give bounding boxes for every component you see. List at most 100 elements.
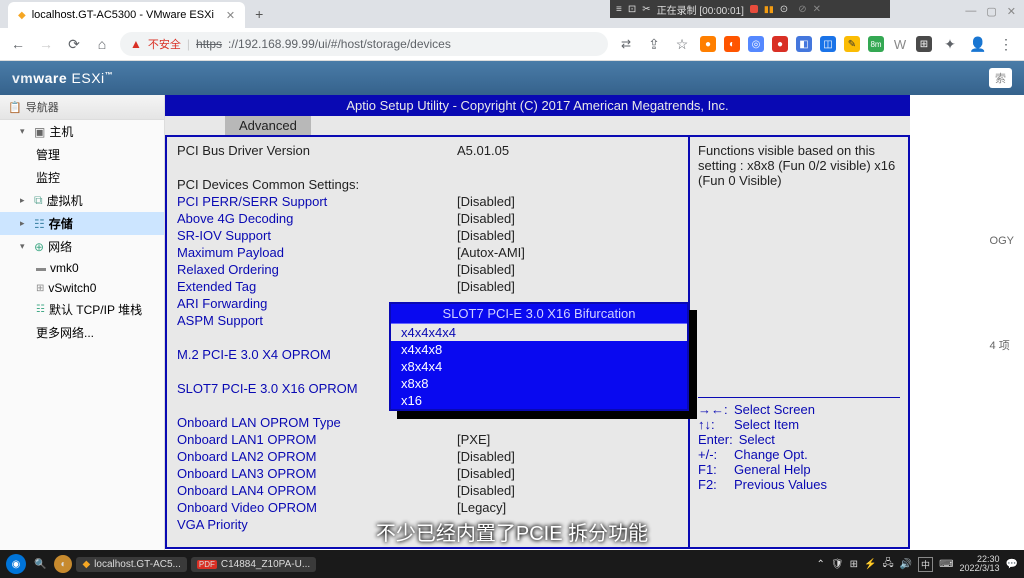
clock[interactable]: 22:30 2022/3/13: [960, 555, 1000, 573]
tree-host-label: 主机: [49, 123, 73, 140]
bios-opt-lan4[interactable]: Onboard LAN4 OPROM: [177, 483, 457, 500]
win-close-icon[interactable]: ✕: [1007, 5, 1016, 18]
tree-vswitch0[interactable]: ⊞ vSwitch0: [0, 278, 164, 298]
ext-icon-8[interactable]: 8m: [868, 36, 884, 52]
forward-button[interactable]: →: [36, 36, 56, 52]
tree-vms[interactable]: ▸ ⧉ 虚拟机: [0, 189, 164, 212]
notifications-icon[interactable]: 💬: [1006, 559, 1018, 570]
start-button[interactable]: ◉: [6, 554, 26, 574]
tree-network[interactable]: ▾ ⊕ 网络: [0, 235, 164, 258]
task-app-pdf[interactable]: PDF C14884_Z10PA-U...: [191, 557, 316, 572]
ext-icon-2[interactable]: ◐: [724, 36, 740, 52]
bios-val: [Legacy]: [457, 500, 506, 517]
bios-opt-sriov[interactable]: SR-IOV Support: [177, 228, 457, 245]
tray-power-icon[interactable]: ⚡: [864, 559, 876, 570]
collapse-icon[interactable]: ▾: [20, 241, 30, 252]
new-tab-button[interactable]: +: [245, 6, 273, 22]
tree-more-networks[interactable]: 更多网络...: [0, 321, 164, 344]
star-icon[interactable]: ☆: [672, 36, 692, 53]
browser-tab[interactable]: ◆ localhost.GT-AC5300 - VMware ESXi ✕: [8, 2, 245, 28]
bios-tab-advanced[interactable]: Advanced: [225, 116, 311, 135]
tray-ime-icon[interactable]: 中: [918, 557, 933, 572]
bios-opt-lan1[interactable]: Onboard LAN1 OPROM: [177, 432, 457, 449]
home-button[interactable]: ⌂: [92, 36, 112, 52]
tree-manage[interactable]: 管理: [0, 143, 164, 166]
ext-icon-6[interactable]: ◫: [820, 36, 836, 52]
user-icon[interactable]: 👤: [968, 36, 988, 53]
legend-key: ↑↓:: [698, 417, 728, 432]
tab-close-icon[interactable]: ✕: [226, 9, 235, 22]
popup-option-x4x4x8[interactable]: x4x4x8: [391, 341, 687, 358]
popup-option-x4x4x4x4[interactable]: x4x4x4x4: [391, 324, 687, 341]
tray-vol-icon[interactable]: 🔊: [900, 559, 912, 570]
ext-icon-9[interactable]: W: [892, 36, 908, 52]
tree-vmk0[interactable]: ▬ vmk0: [0, 258, 164, 278]
reload-button[interactable]: ⟳: [64, 36, 84, 53]
stack-icon: ☷: [36, 304, 45, 315]
rec-close-icon[interactable]: ⊘: [798, 4, 806, 15]
bios-opt-video[interactable]: Onboard Video OPROM: [177, 500, 457, 517]
bios-version-value: A5.01.05: [457, 143, 509, 160]
back-button[interactable]: ←: [8, 36, 28, 52]
tray-net-icon[interactable]: 🖧: [882, 556, 893, 573]
expand-icon[interactable]: ▸: [20, 218, 30, 229]
ext-icon-7[interactable]: ✎: [844, 36, 860, 52]
main-content: Aptio Setup Utility - Copyright (C) 2017…: [165, 95, 1024, 551]
search-icon[interactable]: 🔍: [30, 559, 50, 570]
bios-opt-4g[interactable]: Above 4G Decoding: [177, 211, 457, 228]
url-bar: ← → ⟳ ⌂ ▲ 不安全 | https://192.168.99.99/ui…: [0, 28, 1024, 60]
tree-host[interactable]: ▾ ▣ 主机: [0, 120, 164, 143]
tab-title: localhost.GT-AC5300 - VMware ESXi: [32, 9, 214, 21]
win-max-icon[interactable]: ▢: [986, 5, 996, 18]
ext-icon-3[interactable]: ◎: [748, 36, 764, 52]
recording-bar: ≡ ⊡ ✂ 正在录制 [00:00:01] ▮▮ ⊙ ⊘ ✕: [610, 0, 890, 18]
bios-help-text: Functions visible based on this setting …: [698, 143, 900, 393]
extensions-tray: ● ◐ ◎ ● ◧ ◫ ✎ 8m W ⊞ ✦ 👤 ⋮: [700, 36, 1016, 53]
menu-icon[interactable]: ⋮: [996, 36, 1016, 53]
address-bar[interactable]: ▲ 不安全 | https://192.168.99.99/ui/#/host/…: [120, 32, 608, 56]
puzzle-icon[interactable]: ✦: [940, 36, 960, 53]
rec-pause-icon[interactable]: ▮▮: [764, 4, 774, 15]
bios-opt-lan3[interactable]: Onboard LAN3 OPROM: [177, 466, 457, 483]
bios-settings-pane: PCI Bus Driver VersionA5.01.05 PCI Devic…: [167, 137, 688, 547]
esxi-search-box[interactable]: 索: [989, 68, 1012, 88]
tree-vms-label: 虚拟机: [47, 192, 83, 209]
rec-x-icon[interactable]: ✕: [813, 4, 821, 15]
tray-up-icon[interactable]: ⌃: [817, 559, 825, 570]
popup-option-x16[interactable]: x16: [391, 392, 687, 409]
share-icon[interactable]: ⇪: [644, 36, 664, 53]
vm-icon: ⧉: [34, 193, 43, 208]
task-app-esxi[interactable]: ◆ localhost.GT-AC5...: [76, 557, 186, 572]
tree-tcpip[interactable]: ☷ 默认 TCP/IP 堆栈: [0, 298, 164, 321]
ext-icon-5[interactable]: ◧: [796, 36, 812, 52]
bios-opt-lan2[interactable]: Onboard LAN2 OPROM: [177, 449, 457, 466]
rec-camera-icon[interactable]: ⊙: [780, 4, 788, 15]
tray-icon[interactable]: ⊞: [850, 559, 858, 570]
tray-icon[interactable]: 🛡: [831, 559, 844, 570]
ext-icon-10[interactable]: ⊞: [916, 36, 932, 52]
tray-kbd-icon[interactable]: ⌨: [939, 559, 953, 570]
rec-stop-icon[interactable]: [750, 5, 758, 13]
bios-opt-relaxed[interactable]: Relaxed Ordering: [177, 262, 457, 279]
win-min-icon[interactable]: —: [965, 5, 976, 18]
bios-opt-exttag[interactable]: Extended Tag: [177, 279, 457, 296]
translate-icon[interactable]: ⇄: [616, 37, 636, 51]
bios-val: [Disabled]: [457, 211, 515, 228]
task-pinned-1[interactable]: ◐: [54, 555, 72, 573]
expand-icon[interactable]: ▸: [20, 195, 30, 206]
task-app1-label: localhost.GT-AC5...: [94, 559, 181, 570]
tree-storage[interactable]: ▸ ☷ 存储: [0, 212, 164, 235]
bios-opt-payload[interactable]: Maximum Payload: [177, 245, 457, 262]
tree-monitor[interactable]: 监控: [0, 166, 164, 189]
collapse-icon[interactable]: ▾: [20, 126, 30, 137]
ext-icon-1[interactable]: ●: [700, 36, 716, 52]
popup-option-x8x4x4[interactable]: x8x4x4: [391, 358, 687, 375]
ext-icon-4[interactable]: ●: [772, 36, 788, 52]
bios-opt-perr[interactable]: PCI PERR/SERR Support: [177, 194, 457, 211]
popup-option-x8x8[interactable]: x8x8: [391, 375, 687, 392]
bios-val: [Disabled]: [457, 466, 515, 483]
clock-date: 2022/3/13: [960, 564, 1000, 573]
esxi-header: vmware ESXi™ 索: [0, 61, 1024, 95]
tree-vswitch0-label: vSwitch0: [48, 281, 96, 295]
taskbar: ◉ 🔍 ◐ ◆ localhost.GT-AC5... PDF C14884_Z…: [0, 550, 1024, 578]
